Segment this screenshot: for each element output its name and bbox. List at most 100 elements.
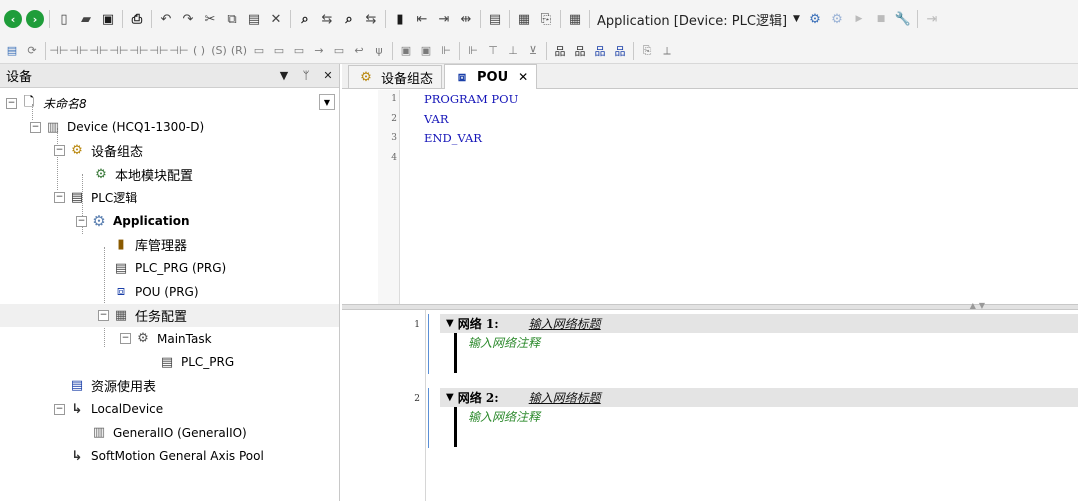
bookmark-prev-icon[interactable]: ⇤ <box>411 8 433 30</box>
tree-item-softmotion[interactable]: ↳ SoftMotion General Axis Pool <box>0 445 339 469</box>
tree-item-maintask[interactable]: − ⚙ MainTask <box>0 327 339 351</box>
network-comment[interactable]: 输入网络注释 <box>468 408 540 425</box>
open-folder-icon[interactable]: ▰ <box>75 8 97 30</box>
insert-icon[interactable]: ⎘ <box>535 8 557 30</box>
fbd-in-icon[interactable]: 品 <box>570 41 590 61</box>
branch-open-icon[interactable]: ⊥ <box>503 41 523 61</box>
ladder-editor[interactable]: 1 ▼ 网络 1: 输入网络标题 输入网络注释 2 ▼ 网络 2: 输入网络标题… <box>342 310 1078 501</box>
network-header[interactable]: ▼ 网络 1: 输入网络标题 <box>440 314 1078 333</box>
tree-item-device-config[interactable]: − ⚙ 设备组态 <box>0 139 339 163</box>
paste-icon[interactable]: ▤ <box>243 8 265 30</box>
return-icon[interactable]: ↩ <box>349 41 369 61</box>
tree-item-task-plc-prg[interactable]: ▤ PLC_PRG <box>0 351 339 375</box>
collapse-triangle-icon[interactable]: ▼ <box>446 318 454 329</box>
start-icon[interactable]: ▶ <box>848 8 870 30</box>
network-below-icon[interactable]: ⟳ <box>22 41 42 61</box>
bookmark-icon[interactable]: ▮ <box>389 8 411 30</box>
tab-pou[interactable]: ⧈ POU ✕ <box>444 64 538 89</box>
network-title[interactable]: 输入网络标题 <box>529 315 601 332</box>
comment-icon[interactable]: ▣ <box>396 41 416 61</box>
reset-icon[interactable]: 🔧 <box>892 8 914 30</box>
logout-icon[interactable]: ⚙ <box>826 8 848 30</box>
collapse-icon[interactable]: − <box>6 98 17 110</box>
box-empty-icon[interactable]: ▭ <box>289 41 309 61</box>
branch-close-icon[interactable]: ⊤ <box>483 41 503 61</box>
network-comment[interactable]: 输入网络注释 <box>468 334 540 351</box>
active-application-select[interactable]: Application [Device: PLC逻辑] ▼ <box>593 7 804 31</box>
collapse-triangle-icon[interactable]: ▼ <box>446 392 454 403</box>
box-icon[interactable]: ▭ <box>249 41 269 61</box>
rising-edge-icon[interactable]: ⊣⊢ <box>129 41 149 61</box>
tree-item-device[interactable]: − ▥ Device (HCQ1-1300-D) <box>0 116 339 140</box>
redo-icon[interactable]: ↷ <box>177 8 199 30</box>
jump-icon[interactable]: → <box>309 41 329 61</box>
tree-item-pou[interactable]: ⧈ POU (PRG) <box>0 280 339 304</box>
collapse-icon[interactable]: − <box>120 333 131 345</box>
negated-contact-icon[interactable]: ⊣⊢ <box>69 41 89 61</box>
tree-item-application[interactable]: − ⚙ Application <box>0 210 339 234</box>
fbd-icon[interactable]: 品 <box>550 41 570 61</box>
close-icon[interactable]: ✕ <box>518 70 528 84</box>
insert-branch-icon[interactable]: ⊩ <box>436 41 456 61</box>
tree-item-plc-prg[interactable]: ▤ PLC_PRG (PRG) <box>0 257 339 281</box>
pin-icon[interactable]: ⟂ <box>657 41 677 61</box>
parallel-contact-icon[interactable]: ⊣⊢ <box>89 41 109 61</box>
tree-item-task-config[interactable]: − ▦ 任务配置 <box>0 303 339 327</box>
tree-item-resource-usage[interactable]: ▤ 资源使用表 <box>0 374 339 398</box>
fbd-box-icon[interactable]: 品 <box>610 41 630 61</box>
collapse-icon[interactable]: − <box>30 121 41 133</box>
tree-item-general-io[interactable]: ▥ GeneralIO (GeneralIO) <box>0 421 339 445</box>
contact-icon[interactable]: ⊣⊢ <box>49 41 69 61</box>
collapse-icon[interactable]: − <box>54 403 65 415</box>
box-en-icon[interactable]: ▭ <box>269 41 289 61</box>
add-object-icon[interactable]: ▦ <box>513 8 535 30</box>
login-icon[interactable]: ⚙ <box>804 8 826 30</box>
collapse-icon[interactable]: − <box>54 145 65 157</box>
collapse-icon[interactable]: − <box>98 309 109 321</box>
comment-off-icon[interactable]: ▣ <box>416 41 436 61</box>
label-icon[interactable]: ▭ <box>329 41 349 61</box>
network-icon[interactable]: ▤ <box>2 41 22 61</box>
find-next-icon[interactable]: ⌕ <box>338 8 360 30</box>
save-icon[interactable]: ▣ <box>97 8 119 30</box>
back-icon[interactable]: ‹ <box>2 8 24 30</box>
print-icon[interactable]: ⎙ <box>126 8 148 30</box>
copy-icon[interactable]: ⧉ <box>221 8 243 30</box>
branch-split-icon[interactable]: ⊻ <box>523 41 543 61</box>
edit-icon[interactable]: ⎘ <box>637 41 657 61</box>
branch-icon[interactable]: ψ <box>369 41 389 61</box>
tab-device-config[interactable]: ⚙ 设备组态 <box>348 65 443 88</box>
forward-icon[interactable]: › <box>24 8 46 30</box>
tree-item-library-manager[interactable]: ▮ 库管理器 <box>0 233 339 257</box>
network-title[interactable]: 输入网络标题 <box>529 389 601 406</box>
tree-dropdown-icon[interactable]: ▼ <box>319 94 335 110</box>
undo-icon[interactable]: ↶ <box>155 8 177 30</box>
edge-icon[interactable]: ⊣⊢ <box>169 41 189 61</box>
set-coil-icon[interactable]: (S) <box>209 41 229 61</box>
stop-icon[interactable]: ■ <box>870 8 892 30</box>
parallel-branch-icon[interactable]: ⊩ <box>463 41 483 61</box>
code-area[interactable]: PROGRAM POU VAR END_VAR <box>424 90 518 149</box>
pin-icon[interactable]: ᛘ <box>295 69 317 82</box>
clipboard-icon[interactable]: ▤ <box>484 8 506 30</box>
fbd-out-icon[interactable]: 品 <box>590 41 610 61</box>
delete-icon[interactable]: ✕ <box>265 8 287 30</box>
tree-item-plc-logic[interactable]: − ▤ PLC逻辑 <box>0 186 339 210</box>
collapse-arrows-icon[interactable]: ▲▼ <box>970 301 988 310</box>
panel-menu-icon[interactable]: ▼ <box>273 69 295 82</box>
collapse-icon[interactable]: − <box>76 215 87 227</box>
collapse-icon[interactable]: − <box>54 192 65 204</box>
replace-next-icon[interactable]: ⇆ <box>360 8 382 30</box>
new-file-icon[interactable]: ▯ <box>53 8 75 30</box>
tree-item-local-device[interactable]: − ↳ LocalDevice <box>0 398 339 422</box>
reset-coil-icon[interactable]: (R) <box>229 41 249 61</box>
bookmark-next-icon[interactable]: ⇥ <box>433 8 455 30</box>
declaration-editor[interactable]: 1 2 3 4 PROGRAM POU VAR END_VAR <box>342 90 1078 304</box>
falling-edge-icon[interactable]: ⊣⊢ <box>149 41 169 61</box>
replace-icon[interactable]: ⇆ <box>316 8 338 30</box>
bookmark-clear-icon[interactable]: ⇹ <box>455 8 477 30</box>
tree-item-root[interactable]: − 🗋 未命名8 ▼ <box>0 92 339 116</box>
tree-item-local-module[interactable]: ⚙ 本地模块配置 <box>0 163 339 187</box>
step-icon[interactable]: ⇥ <box>921 8 943 30</box>
find-icon[interactable]: ⌕ <box>294 8 316 30</box>
